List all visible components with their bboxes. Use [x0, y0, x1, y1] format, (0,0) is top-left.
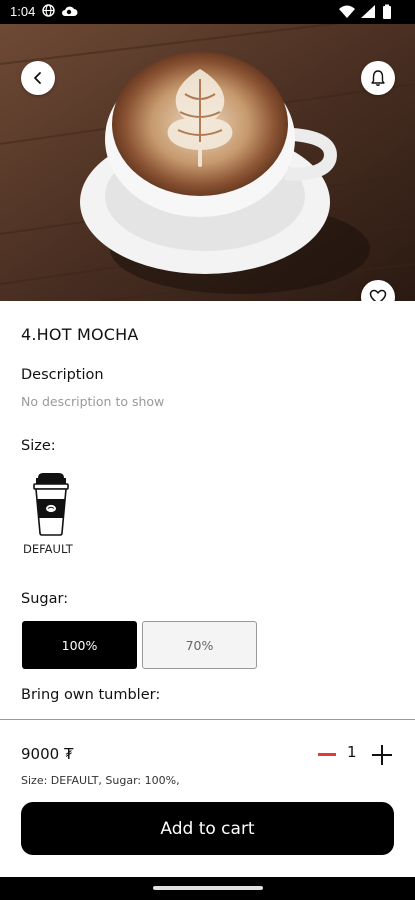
add-to-cart-button[interactable]: Add to cart: [21, 802, 394, 855]
quantity-value: 1: [347, 743, 357, 761]
sugar-label: Sugar:: [21, 591, 69, 607]
notification-button[interactable]: [361, 61, 395, 95]
signal-icon: [361, 5, 375, 18]
back-button[interactable]: [21, 61, 55, 95]
size-label: Size:: [21, 438, 56, 454]
bell-icon: [371, 70, 385, 86]
wifi-icon: [339, 5, 355, 18]
back-arrow-icon: [34, 72, 41, 84]
divider: [0, 719, 415, 720]
heart-icon: [369, 289, 387, 301]
product-title: 4.HOT MOCHA: [21, 325, 139, 344]
description-label: Description: [21, 367, 104, 383]
description-text: No description to show: [21, 394, 165, 409]
minus-icon[interactable]: [318, 753, 336, 756]
coffee-cup-icon: [33, 473, 69, 536]
status-bar: 1:04: [0, 0, 415, 24]
size-option-default[interactable]: DEFAULT: [21, 472, 81, 558]
sugar-option-70[interactable]: 70%: [142, 621, 257, 669]
home-handle[interactable]: [153, 886, 263, 890]
status-icons: [339, 4, 391, 19]
size-option-label: DEFAULT: [23, 542, 73, 556]
sugar-option-100[interactable]: 100%: [22, 621, 137, 669]
battery-icon: [383, 4, 391, 19]
cloud-icon: [62, 6, 78, 16]
price: 9000 ₮: [21, 745, 74, 763]
globe-icon: [42, 4, 55, 17]
plus-icon[interactable]: [372, 745, 392, 765]
system-nav-bar: [0, 877, 415, 900]
selection-summary: Size: DEFAULT, Sugar: 100%,: [21, 774, 180, 787]
product-details: 4.HOT MOCHA Description No description t…: [0, 301, 415, 877]
product-image: [0, 24, 415, 301]
hot-mocha-photo: [0, 24, 415, 301]
bring-own-tumbler-label: Bring own tumbler:: [21, 687, 161, 703]
status-time: 1:04: [10, 4, 36, 19]
